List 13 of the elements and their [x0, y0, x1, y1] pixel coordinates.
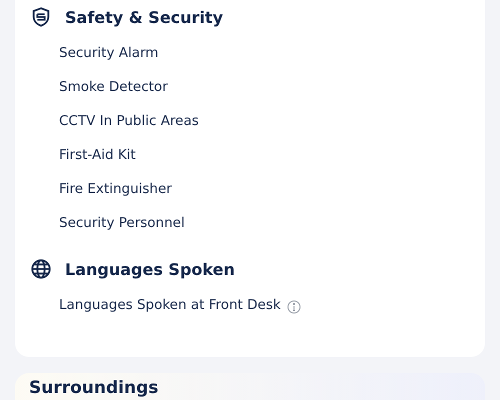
- amenity-label: Security Personnel: [59, 215, 185, 231]
- amenity-label: Smoke Detector: [59, 79, 168, 95]
- amenity-label: Security Alarm: [59, 45, 158, 61]
- section-title: Surroundings: [29, 378, 158, 398]
- section-title: Languages Spoken: [65, 260, 235, 278]
- amenity-label: First-Aid Kit: [59, 147, 136, 163]
- globe-icon: [30, 258, 52, 280]
- amenity-label: CCTV In Public Areas: [59, 113, 199, 129]
- shield-icon: [30, 6, 52, 28]
- amenity-label: Fire Extinguisher: [59, 181, 172, 197]
- amenity-label: Languages Spoken at Front Desk: [59, 297, 281, 313]
- section-title: Safety & Security: [65, 8, 224, 26]
- info-icon[interactable]: [286, 300, 301, 314]
